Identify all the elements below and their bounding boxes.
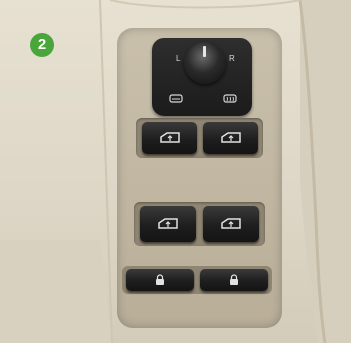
- window-switch-rear-right[interactable]: [203, 206, 259, 242]
- window-up-icon: [220, 132, 241, 143]
- step-number-badge: 2: [30, 33, 54, 57]
- lock-icon: [156, 274, 164, 285]
- child-lock-left-button[interactable]: [126, 269, 194, 291]
- mirror-adjust-knob[interactable]: [184, 42, 226, 84]
- window-switch-front-left[interactable]: [142, 122, 197, 154]
- door-panel-photo: 2 L R: [0, 0, 351, 343]
- mirror-right-label: R: [229, 54, 235, 63]
- window-up-icon: [159, 132, 180, 143]
- mirror-heat-icon[interactable]: [223, 94, 237, 104]
- window-up-icon: [158, 218, 178, 229]
- child-lock-right-button[interactable]: [200, 269, 268, 291]
- mirror-fold-icon[interactable]: [169, 94, 183, 104]
- lock-icon: [230, 274, 238, 285]
- window-switch-front-right[interactable]: [203, 122, 258, 154]
- window-switch-rear-left[interactable]: [140, 206, 196, 242]
- mirror-left-label: L: [176, 54, 181, 63]
- window-up-icon: [221, 218, 241, 229]
